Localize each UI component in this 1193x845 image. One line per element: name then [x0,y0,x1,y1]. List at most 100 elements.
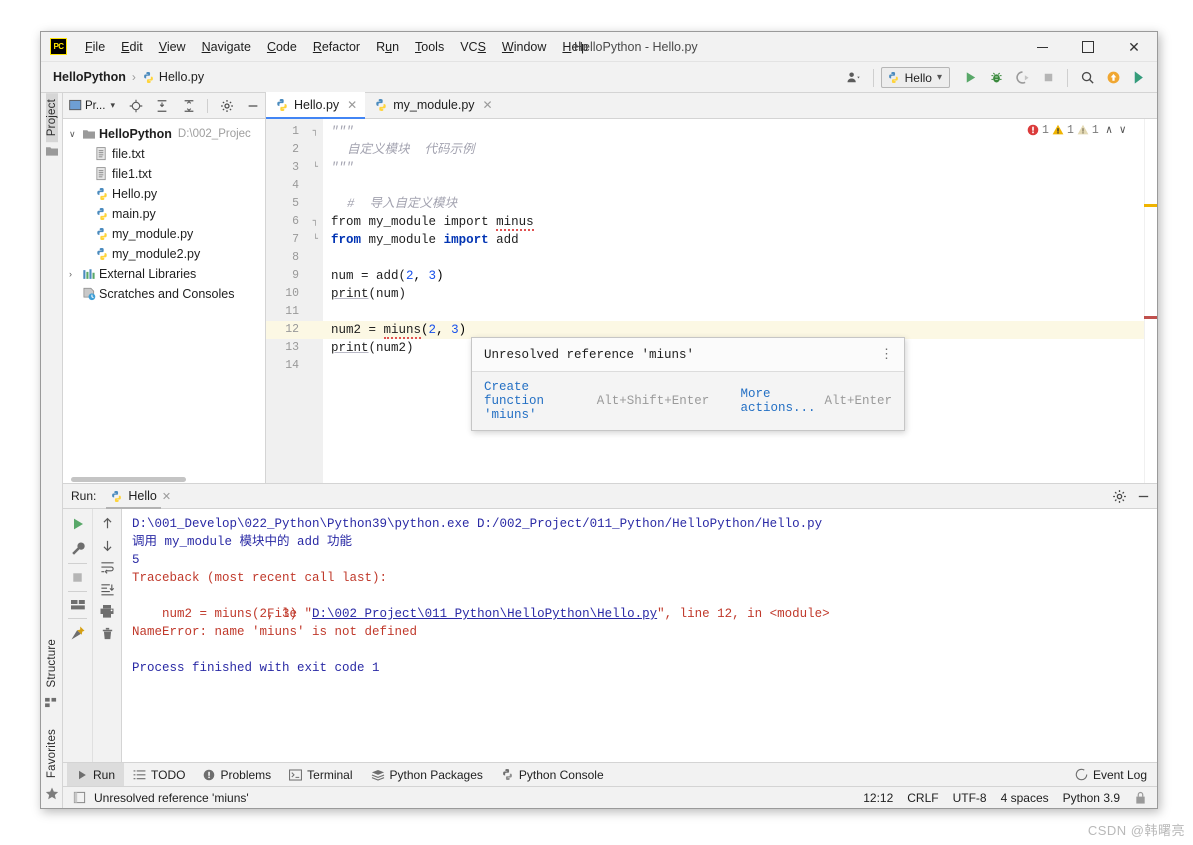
minimize-icon[interactable] [1136,489,1151,504]
bottom-tab-todo[interactable]: TODO [124,763,194,786]
fold-marker[interactable]: ┐ [309,127,318,137]
ide-assistant-icon[interactable] [1127,66,1151,90]
menu-item-edit[interactable]: Edit [113,32,151,62]
scroll-to-end-icon[interactable] [100,582,115,597]
locate-icon[interactable] [124,94,147,118]
stop-button[interactable] [1036,66,1060,90]
tree-node-hello-py[interactable]: Hello.py [63,184,265,204]
menu-item-navigate[interactable]: Navigate [194,32,259,62]
gear-icon[interactable] [215,94,238,118]
gutter-line[interactable]: 8 [266,249,323,267]
menu-item-tools[interactable]: Tools [407,32,452,62]
stop-icon[interactable] [70,570,85,585]
gear-icon[interactable] [1112,489,1127,504]
arrow-down-icon[interactable] [100,538,115,553]
run-tab-hello[interactable]: Hello ✕ [106,484,175,509]
close-button[interactable]: ✕ [1111,32,1157,62]
caret-position[interactable]: 12:12 [863,791,893,805]
gutter-line[interactable]: 11 [266,303,323,321]
fold-marker[interactable]: ┐ [309,217,318,227]
layout-icon[interactable] [70,598,86,612]
tree-node-main-py[interactable]: main.py [63,204,265,224]
pin-icon[interactable] [70,625,86,641]
gutter-line[interactable]: 2 [266,141,323,159]
sidebar-item-structure[interactable]: Structure [46,633,58,693]
inspection-status-icon[interactable] [73,791,86,804]
sidebar-item-favorites[interactable]: Favorites [46,723,58,784]
clear-all-icon[interactable] [100,626,115,641]
gutter-line[interactable]: 13 [266,339,323,357]
gutter-line[interactable]: 3 └ [266,159,323,177]
indent-setting[interactable]: 4 spaces [1001,791,1049,805]
chevron-down-icon[interactable]: ∨ [69,129,82,140]
menu-item-vcs[interactable]: VCS [452,32,494,62]
gutter-line[interactable]: 6 ┐ [266,213,323,231]
soft-wrap-icon[interactable] [100,560,115,575]
gutter-line[interactable]: 10 [266,285,323,303]
tab-my-module-py[interactable]: my_module.py ✕ [365,92,500,118]
next-problem-icon[interactable]: ∨ [1119,123,1126,137]
bottom-tab-run[interactable]: Run [67,763,125,786]
editor-marker-bar[interactable] [1144,119,1157,483]
run-configuration-selector[interactable]: Hello ▾ [880,67,950,88]
menu-item-window[interactable]: Window [494,32,554,62]
user-icon[interactable] [842,66,866,90]
debug-button[interactable] [984,66,1008,90]
tree-node-file1-txt[interactable]: file1.txt [63,164,265,184]
tree-node-hellopython[interactable]: ∨ HelloPython D:\002_Projec [63,124,265,144]
gutter-line[interactable]: 9 [266,267,323,285]
bottom-tab-terminal[interactable]: Terminal [280,763,361,786]
fold-marker[interactable]: └ [309,163,318,173]
project-horizontal-scrollbar[interactable] [71,477,186,482]
code-text[interactable]: """ 自定义模块 代码示例 """ # 导入自定义模块 from my_mod… [323,119,1144,483]
gutter-line[interactable]: 12 [266,321,323,339]
run-button[interactable] [958,66,982,90]
gutter-line[interactable]: 7 └ [266,231,323,249]
menu-item-view[interactable]: View [151,32,194,62]
inspection-summary[interactable]: 1 1 1 ∧ ∨ [1027,123,1126,137]
gutter-line[interactable]: 1 ┐ [266,123,323,141]
line-separator[interactable]: CRLF [907,791,938,805]
maximize-button[interactable] [1065,32,1111,62]
menu-item-run[interactable]: Run [368,32,407,62]
close-icon[interactable]: ✕ [347,98,357,112]
bottom-tab-problems[interactable]: Problems [194,763,280,786]
minimize-button[interactable] [1019,32,1065,62]
run-console-output[interactable]: D:\001_Develop\022_Python\Python39\pytho… [122,509,1157,762]
lock-icon[interactable] [1134,791,1147,805]
menu-item-refactor[interactable]: Refactor [305,32,368,62]
search-icon[interactable] [1075,66,1099,90]
collapse-all-icon[interactable] [177,94,200,118]
fold-marker[interactable]: └ [309,235,318,245]
chevron-right-icon[interactable]: › [69,269,82,279]
gutter-line[interactable]: 5 [266,195,323,213]
rerun-icon[interactable] [70,516,86,532]
tree-node-my-module-py[interactable]: my_module.py [63,224,265,244]
python-interpreter[interactable]: Python 3.9 [1063,791,1120,805]
breadcrumb-project[interactable]: HelloPython [53,70,126,84]
menu-item-file[interactable]: File [77,32,113,62]
expand-all-icon[interactable] [150,94,173,118]
menu-item-code[interactable]: Code [259,32,305,62]
tree-node-external-libraries[interactable]: › External Libraries [63,264,265,284]
gutter-line[interactable]: 14 [266,357,323,375]
create-function-action[interactable]: Create function 'miuns' [484,380,588,422]
close-icon[interactable]: ✕ [162,490,171,503]
previous-problem-icon[interactable]: ∧ [1106,123,1113,137]
tab-hello-py[interactable]: Hello.py ✕ [266,92,366,119]
warning-marker[interactable] [1144,204,1157,207]
popup-options-icon[interactable]: ⋮ [880,347,894,362]
close-icon[interactable]: ✕ [483,98,493,112]
update-icon[interactable] [1101,66,1125,90]
gutter-line[interactable]: 4 [266,177,323,195]
arrow-up-icon[interactable] [100,516,115,531]
file-encoding[interactable]: UTF-8 [953,791,987,805]
hide-panel-icon[interactable] [242,94,265,118]
tree-node-my-module2-py[interactable]: my_module2.py [63,244,265,264]
more-actions-link[interactable]: More actions... [740,387,815,415]
breadcrumb-file[interactable]: Hello.py [142,70,204,84]
intention-bulb-icon[interactable] [484,321,495,371]
run-with-coverage-button[interactable] [1010,66,1034,90]
print-icon[interactable] [99,604,115,619]
event-log-button[interactable]: Event Log [1075,768,1147,782]
